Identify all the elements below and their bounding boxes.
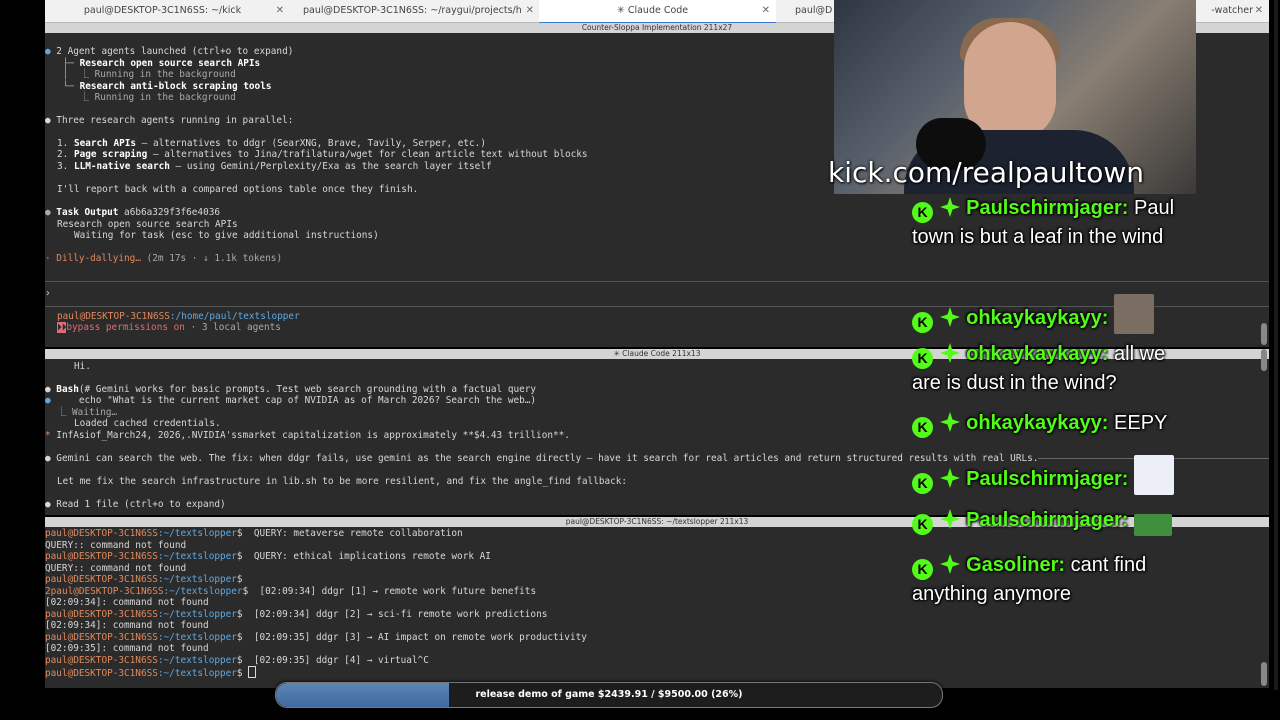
chat-username[interactable]: Paulschirmjager:	[966, 509, 1128, 531]
chat-message: K Paulschirmjager:	[912, 506, 1182, 536]
waiting-line: ⎿ Waiting…	[57, 407, 118, 418]
fix-line: Let me fix the search infrastructure in …	[57, 476, 628, 487]
agent-1-status: │ ⎿ Running in the background	[57, 69, 236, 80]
bash-echo: ● echo "What is the current market cap o…	[45, 395, 537, 406]
shell-prompt-line: paul@DESKTOP-3C1N6SS:~/textslopper$	[45, 666, 257, 680]
kick-badge-icon: K	[912, 473, 933, 494]
sparkle-badge-icon	[939, 468, 960, 488]
stream-link: kick.com/realpaultown	[828, 156, 1145, 189]
cursor	[248, 666, 257, 678]
sparkle-badge-icon	[939, 343, 960, 363]
read-file: ● Read 1 file (ctrl+o to expand)	[45, 499, 226, 510]
agent-2-status: ⎿ Running in the background	[57, 92, 236, 103]
chat-username[interactable]: Gasoliner:	[966, 554, 1065, 576]
tab-label: paul@DESKTOP-3C1N6SS: ~/raygui/projects/…	[303, 5, 522, 16]
chat-username[interactable]: ohkaykaykayy:	[966, 343, 1108, 365]
list-item: 1. Search APIs — alternatives to ddgr (S…	[57, 138, 486, 149]
sparkle-badge-icon	[939, 509, 960, 529]
chat-message: K Paulschirmjager: Paul town is but a le…	[912, 194, 1182, 252]
prompt-input[interactable]: ›	[45, 288, 51, 300]
three-agents: ● Three research agents running in paral…	[45, 115, 294, 126]
shell-prompt-line: 2paul@DESKTOP-3C1N6SS:~/textslopper$ [02…	[45, 585, 537, 597]
list-item: 3. LLM-native search — using Gemini/Perp…	[57, 161, 492, 172]
scrollbar[interactable]	[1261, 662, 1267, 686]
close-icon[interactable]: ✕	[526, 0, 534, 22]
task-name: Research open source search APIs	[57, 219, 238, 230]
chat-username[interactable]: ohkaykaykayy:	[966, 412, 1108, 434]
tab-label: paul@DESKTOP-3C1N6SS: ~/kick	[83, 5, 242, 16]
shell-output-line: [02:09:35]: command not found	[45, 643, 209, 654]
chat-message: K Gasoliner: cant find anything anymore	[912, 551, 1182, 609]
shell-prompt-line: paul@DESKTOP-3C1N6SS:~/textslopper$ [02:…	[45, 608, 548, 620]
report-back: I'll report back with a compared options…	[57, 184, 419, 195]
agent-2: └─ Research anti-block scraping tools	[57, 81, 272, 92]
shell-prompt-line: paul@DESKTOP-3C1N6SS:~/textslopper$ [02:…	[45, 654, 429, 666]
chat-username[interactable]: ohkaykaykayy:	[966, 307, 1108, 329]
chat-message: K Paulschirmjager:	[912, 455, 1182, 495]
kick-badge-icon: K	[912, 417, 933, 438]
chat-message: K ohkaykaykayy: EEPY	[912, 409, 1182, 438]
tab-label: ✳ Claude Code	[616, 5, 689, 16]
shell-prompt-line: paul@DESKTOP-3C1N6SS:~/textslopper$ QUER…	[45, 528, 463, 539]
close-icon[interactable]: ✕	[762, 0, 770, 22]
chat-message: K ohkaykaykayy:	[912, 294, 1182, 334]
shell-output-line: [02:09:34]: command not found	[45, 597, 209, 608]
chat-username[interactable]: Paulschirmjager:	[966, 468, 1128, 490]
sparkle-badge-icon	[939, 197, 960, 217]
task-output: ● Task Output a6b6a329f3f6e4036	[45, 207, 220, 218]
chat-emote	[1133, 455, 1174, 495]
bash-line: ● Bash(# Gemini works for basic prompts.…	[45, 384, 537, 395]
hi-line: Hi.	[73, 361, 91, 372]
shell-output-line: QUERY:: command not found	[45, 562, 187, 574]
shell-prompt-line: paul@DESKTOP-3C1N6SS:~/textslopper$ QUER…	[45, 551, 491, 562]
nvidia-line: * InfAsiof_March24, 2026,.NVIDIA'ssmarke…	[45, 430, 570, 441]
scrollbar[interactable]	[1261, 349, 1267, 371]
agents-header: ● 2 Agent agents launched (ctrl+o to exp…	[45, 46, 294, 57]
chat-text: EEPY	[1108, 412, 1168, 434]
cwd-line: paul@DESKTOP-3C1N6SS:/home/paul/textslop…	[57, 311, 300, 322]
tab-watcher[interactable]: -watcher ✕	[1195, 0, 1269, 22]
bypass-line: ⏵⏵bypass permissions on · 3 local agents	[57, 322, 281, 333]
shell-output-line: [02:09:34]: command not found	[45, 620, 209, 631]
close-icon[interactable]: ✕	[276, 0, 284, 22]
goal-text: release demo of game $2439.91 / $9500.00…	[475, 689, 743, 700]
kick-badge-icon: K	[912, 312, 933, 333]
loaded-line: Loaded cached credentials.	[73, 418, 221, 429]
list-item: 2. Page scraping — alternatives to Jina/…	[57, 149, 588, 160]
chat-emote	[1133, 514, 1172, 536]
tab-claude-code[interactable]: ✳ Claude Code ✕	[539, 0, 776, 24]
tab-raygui[interactable]: paul@DESKTOP-3C1N6SS: ~/raygui/projects/…	[295, 0, 540, 22]
task-wait: Waiting for task (esc to give additional…	[73, 230, 379, 241]
gemini-line: ● Gemini can search the web. The fix: wh…	[45, 453, 1039, 465]
chat-emote	[1114, 294, 1155, 334]
sparkle-badge-icon	[939, 412, 960, 432]
shell-prompt-line: paul@DESKTOP-3C1N6SS:~/textslopper$ [02:…	[45, 631, 587, 643]
kick-badge-icon: K	[912, 514, 933, 535]
tab-label: -watcher	[1211, 5, 1253, 16]
dilly-status: · Dilly-dallying… (2m 17s · ↓ 1.1k token…	[45, 253, 283, 264]
kick-badge-icon: K	[912, 202, 933, 223]
kick-badge-icon: K	[912, 348, 933, 369]
shell-output-line: QUERY:: command not found	[45, 539, 187, 551]
close-icon[interactable]: ✕	[1255, 0, 1263, 22]
chat-username[interactable]: Paulschirmjager:	[966, 197, 1128, 219]
agent-1: ├─ Research open source search APIs	[57, 58, 261, 69]
sparkle-badge-icon	[939, 307, 960, 327]
chat-message: K ohkaykaykayy: all we are is dust in th…	[912, 340, 1182, 398]
divider	[45, 281, 1269, 282]
scrollbar[interactable]	[1261, 323, 1267, 345]
sparkle-badge-icon	[939, 554, 960, 574]
shell-prompt-line: paul@DESKTOP-3C1N6SS:~/textslopper$	[45, 574, 243, 585]
donation-goal-bar: release demo of game $2439.91 / $9500.00…	[275, 682, 943, 708]
window-scrollbar[interactable]	[1274, 0, 1278, 690]
kick-badge-icon: K	[912, 559, 933, 580]
tab-kick[interactable]: paul@DESKTOP-3C1N6SS: ~/kick ✕	[45, 0, 290, 22]
streamer-face	[964, 22, 1056, 140]
